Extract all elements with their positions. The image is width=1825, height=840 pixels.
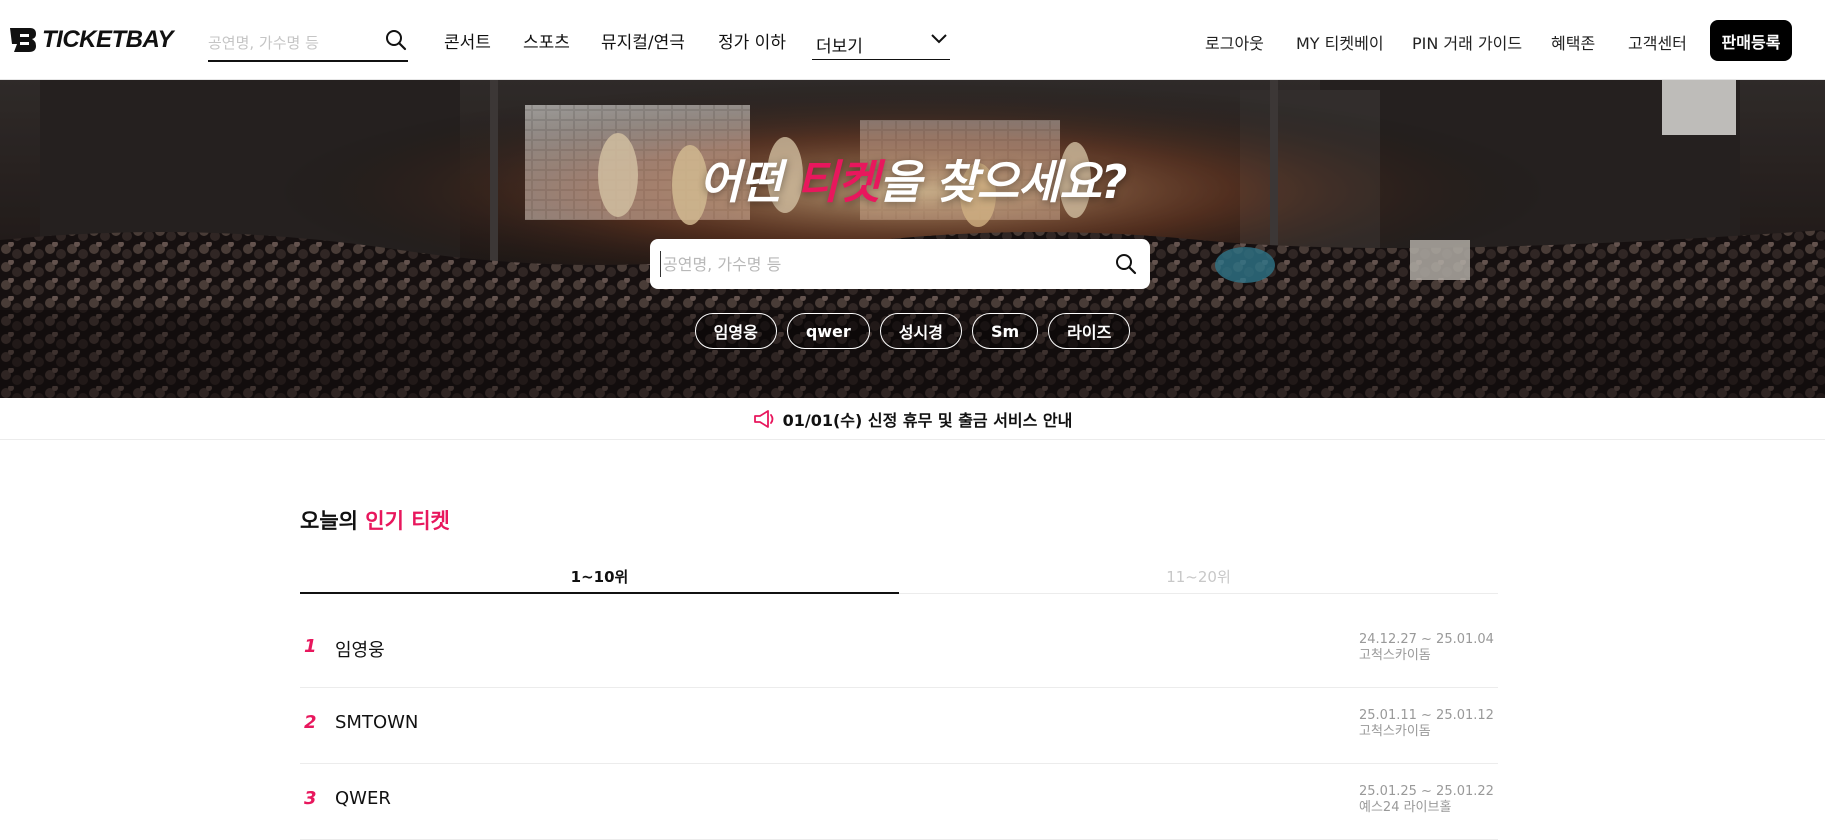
benefit-zone-link[interactable]: 혜택존	[1551, 30, 1595, 54]
popular-keyword-chips: 임영웅 qwer 성시경 Sm 라이즈	[0, 313, 1825, 349]
rank-date: 25.01.25 ~ 25.01.22	[1359, 784, 1494, 799]
rank-number: 1	[304, 636, 317, 657]
hero-search	[650, 239, 1150, 289]
nav-sports[interactable]: 스포츠	[523, 28, 570, 54]
header-search-input[interactable]	[208, 30, 378, 56]
section-title-accent: 인기 티켓	[365, 509, 450, 533]
rank-date: 24.12.27 ~ 25.01.04	[1359, 632, 1494, 647]
nav-more-dropdown[interactable]: 더보기	[812, 26, 950, 60]
rank-number: 2	[304, 712, 317, 733]
sell-register-button[interactable]: 판매등록	[1710, 20, 1792, 61]
rank-number: 3	[304, 788, 317, 809]
my-ticketbay-link[interactable]: MY 티켓베이	[1296, 30, 1384, 54]
rank-row[interactable]: 1 임영웅 24.12.27 ~ 25.01.04 고척스카이돔	[300, 612, 1498, 688]
hero-banner: 어떤 티켓을 찾으세요? 임영웅 qwer 성시경 Sm 라이즈	[0, 80, 1825, 398]
keyword-chip[interactable]: Sm	[971, 313, 1039, 349]
rank-tabs: 1~10위 11~20위	[300, 566, 1498, 594]
keyword-chip[interactable]: 라이즈	[1048, 313, 1131, 349]
rank-venue: 고척스카이돔	[1359, 724, 1431, 739]
nav-below-price[interactable]: 정가 이하	[718, 28, 786, 54]
tab-rank-11-20[interactable]: 11~20위	[899, 566, 1498, 594]
rank-name: QWER	[335, 788, 391, 809]
chevron-down-icon	[931, 34, 947, 44]
megaphone-icon	[753, 409, 773, 428]
site-header: TICKETBAY 콘서트 스포츠 뮤지컬/연극 정가 이하 더보기 로그아웃 …	[0, 0, 1825, 80]
nav-more-label: 더보기	[816, 37, 863, 57]
nav-concert[interactable]: 콘서트	[444, 28, 491, 54]
keyword-chip[interactable]: 임영웅	[694, 313, 777, 349]
tab-rank-1-10[interactable]: 1~10위	[300, 566, 899, 594]
hero-title-pre: 어떤	[698, 155, 797, 209]
section-title: 오늘의 인기 티켓	[300, 505, 450, 535]
logo[interactable]: TICKETBAY	[8, 24, 174, 56]
rank-meta: 24.12.27 ~ 25.01.04 고척스카이돔	[1359, 632, 1499, 664]
rank-date: 25.01.11 ~ 25.01.12	[1359, 708, 1494, 723]
keyword-chip[interactable]: qwer	[786, 313, 870, 349]
hero-title: 어떤 티켓을 찾으세요?	[0, 146, 1825, 212]
pin-guide-link[interactable]: PIN 거래 가이드	[1412, 30, 1522, 54]
rank-name: 임영웅	[335, 640, 385, 661]
nav-musical[interactable]: 뮤지컬/연극	[601, 28, 685, 54]
rank-row[interactable]: 3 QWER 25.01.25 ~ 25.01.22 예스24 라이브홀	[300, 764, 1498, 840]
hero-title-post: 을 찾으세요?	[878, 155, 1127, 209]
section-title-pre: 오늘의	[300, 509, 366, 533]
search-icon[interactable]	[1114, 252, 1138, 276]
hero-search-input[interactable]	[660, 251, 1100, 277]
customer-center-link[interactable]: 고객센터	[1628, 30, 1687, 54]
rank-name: SMTOWN	[335, 712, 419, 733]
rank-venue: 고척스카이돔	[1359, 648, 1431, 663]
rank-venue: 예스24 라이브홀	[1359, 800, 1452, 815]
hero-title-accent: 티켓	[796, 155, 880, 209]
keyword-chip[interactable]: 성시경	[879, 313, 962, 349]
header-search	[208, 24, 408, 62]
logout-link[interactable]: 로그아웃	[1205, 30, 1264, 54]
rank-meta: 25.01.25 ~ 25.01.22 예스24 라이브홀	[1359, 784, 1499, 816]
logo-text: TICKETBAY	[42, 26, 174, 53]
rank-meta: 25.01.11 ~ 25.01.12 고척스카이돔	[1359, 708, 1499, 740]
notice-bar[interactable]: 01/01(수) 신정 휴무 및 출금 서비스 안내	[0, 398, 1825, 440]
search-icon[interactable]	[384, 28, 408, 52]
logo-mark-icon	[10, 28, 36, 52]
rank-list: 1 임영웅 24.12.27 ~ 25.01.04 고척스카이돔 2 SMTOW…	[300, 612, 1498, 840]
notice-text: 01/01(수) 신정 휴무 및 출금 서비스 안내	[782, 410, 1073, 430]
rank-row[interactable]: 2 SMTOWN 25.01.11 ~ 25.01.12 고척스카이돔	[300, 688, 1498, 764]
